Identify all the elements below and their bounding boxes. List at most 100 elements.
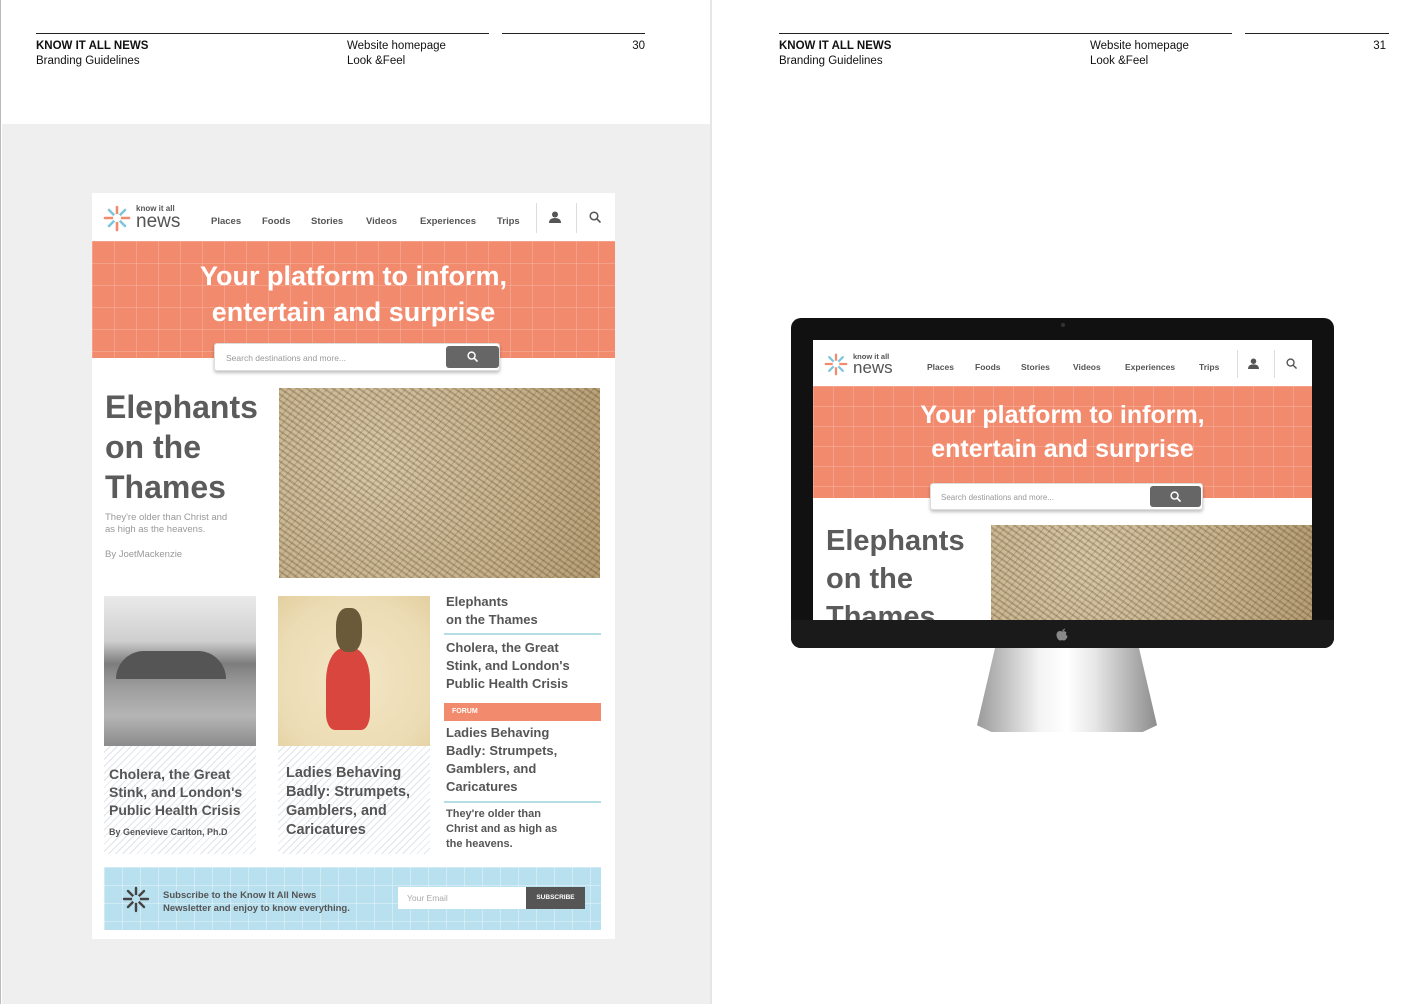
card2-title-line2[interactable]: Badly: Strumpets,: [286, 783, 410, 802]
user-icon[interactable]: [1248, 358, 1259, 369]
nav-experiences[interactable]: Experiences: [420, 216, 476, 227]
burst-icon: [122, 886, 150, 913]
sidebar-item3-line4[interactable]: Caricatures: [446, 778, 518, 796]
header-rule: [36, 33, 489, 34]
search-bar[interactable]: Search destinations and more...: [214, 343, 500, 371]
section-title: Website homepage: [1090, 40, 1189, 52]
feature-engraving-image[interactable]: [279, 388, 600, 578]
site-navbar: know it all news Places Foods Stories Vi…: [813, 340, 1312, 386]
card1-byline: By Genevieve Carlton, Ph.D: [109, 827, 228, 837]
nav-foods[interactable]: Foods: [975, 362, 1001, 372]
search-icon[interactable]: [1286, 358, 1297, 369]
sidebar-divider: [444, 633, 601, 635]
header-rule: [779, 33, 1232, 34]
nav-trips[interactable]: Trips: [497, 216, 520, 227]
nav-divider: [1237, 350, 1238, 378]
brand-name: KNOW IT ALL NEWS: [779, 40, 892, 52]
nav-stories[interactable]: Stories: [1021, 362, 1050, 372]
bridge-shape: [116, 651, 226, 679]
nav-videos[interactable]: Videos: [366, 216, 397, 227]
feature-title-line3[interactable]: Thames: [105, 467, 226, 507]
forum-label[interactable]: FORUM: [444, 703, 601, 721]
card2-title-line3[interactable]: Gamblers, and: [286, 802, 387, 821]
feature-engraving-image[interactable]: [991, 525, 1312, 620]
subsection-title: Look &Feel: [1090, 55, 1149, 67]
sidebar-item2-line1[interactable]: Cholera, the Great: [446, 639, 559, 657]
search-placeholder: Search destinations and more...: [941, 493, 1054, 502]
site-navbar: know it all news Places Foods Stories Vi…: [92, 193, 615, 241]
nav-places[interactable]: Places: [211, 216, 241, 227]
hero-banner: Your platform to inform, entertain and s…: [92, 241, 615, 358]
hero-title-line2: entertain and surprise: [931, 435, 1194, 463]
feature-title-line2[interactable]: on the: [105, 427, 201, 467]
hero-title-line2: entertain and surprise: [211, 297, 496, 327]
desktop-monitor: know it all news Places Foods Stories Vi…: [791, 318, 1334, 648]
camera-dot: [1061, 323, 1065, 327]
newsletter-bar: Subscribe to the Know It All News Newsle…: [104, 867, 601, 930]
feature-title-line2[interactable]: on the: [826, 560, 913, 598]
logo-big-text: news: [853, 358, 893, 378]
sidebar-item3-line2[interactable]: Badly: Strumpets,: [446, 742, 557, 760]
sidebar-item2-line2[interactable]: Stink, and London's: [446, 657, 570, 675]
monitor-chin: [791, 620, 1334, 648]
hero-banner: Your platform to inform, entertain and s…: [813, 386, 1312, 498]
page-number: 30: [632, 40, 645, 52]
sidebar-item1-line1[interactable]: Elephants: [446, 593, 508, 611]
feature-dek-line2: as high as the heavens.: [105, 524, 206, 535]
sidebar-item4-line2[interactable]: Christ and as high as: [446, 822, 557, 837]
nav-divider: [1274, 350, 1275, 378]
feature-title-line1[interactable]: Elephants: [826, 522, 965, 560]
document-spread: KNOW IT ALL NEWS Branding Guidelines Web…: [0, 0, 1421, 1004]
search-icon: [1170, 491, 1181, 502]
sidebar-item3-line3[interactable]: Gamblers, and: [446, 760, 536, 778]
hero-title-line1: Your platform to inform,: [920, 401, 1205, 429]
sidebar-item1-line2[interactable]: on the Thames: [446, 611, 538, 629]
nav-divider: [536, 203, 537, 233]
search-button[interactable]: [446, 346, 499, 368]
subscribe-button[interactable]: SUBSCRIBE: [526, 887, 585, 909]
header-rule: [1245, 33, 1389, 34]
homepage-mockup: know it all news Places Foods Stories Vi…: [92, 193, 615, 939]
search-bar[interactable]: Search destinations and more...: [930, 483, 1203, 510]
newsletter-text-line2: Newsletter and enjoy to know everything.: [163, 903, 350, 914]
subsection-title: Look &Feel: [347, 55, 406, 67]
left-page: KNOW IT ALL NEWS Branding Guidelines Web…: [0, 0, 711, 1004]
sidebar-item4-line1[interactable]: They're older than: [446, 807, 541, 822]
burst-icon: [824, 353, 848, 376]
search-placeholder: Search destinations and more...: [226, 353, 347, 363]
card2-title-line4[interactable]: Caricatures: [286, 821, 366, 840]
nav-videos[interactable]: Videos: [1073, 362, 1101, 372]
nav-experiences[interactable]: Experiences: [1125, 362, 1175, 372]
search-icon: [467, 351, 478, 362]
card2-caricature-image[interactable]: [278, 596, 430, 746]
search-button[interactable]: [1150, 486, 1201, 507]
figure-hat: [336, 608, 362, 652]
doc-subtitle: Branding Guidelines: [779, 55, 883, 67]
card1-photo[interactable]: [104, 596, 256, 746]
card1-title-line2[interactable]: Stink, and London's: [109, 783, 242, 801]
hero-title-line1: Your platform to inform,: [200, 261, 507, 291]
sidebar-item2-line3[interactable]: Public Health Crisis: [446, 675, 568, 693]
feature-title-line3[interactable]: Thames: [826, 598, 936, 620]
feature-title-line1[interactable]: Elephants: [105, 387, 258, 427]
card1-title-line3[interactable]: Public Health Crisis: [109, 801, 240, 819]
sidebar-item3-line1[interactable]: Ladies Behaving: [446, 724, 549, 742]
site-logo[interactable]: know it all news: [823, 352, 893, 376]
card1-title-line1[interactable]: Cholera, the Great: [109, 765, 230, 783]
sidebar-item4-line3[interactable]: the heavens.: [446, 837, 513, 852]
nav-places[interactable]: Places: [927, 362, 954, 372]
figure-dress: [326, 648, 370, 730]
sidebar-divider: [444, 801, 601, 803]
site-logo[interactable]: know it all news: [102, 204, 180, 232]
search-icon[interactable]: [589, 211, 601, 223]
brand-name: KNOW IT ALL NEWS: [36, 40, 149, 52]
user-icon[interactable]: [549, 211, 561, 223]
nav-foods[interactable]: Foods: [262, 216, 291, 227]
card2-title-line1[interactable]: Ladies Behaving: [286, 764, 401, 783]
nav-divider: [576, 203, 577, 233]
nav-trips[interactable]: Trips: [1199, 362, 1219, 372]
section-title: Website homepage: [347, 40, 446, 52]
email-input[interactable]: Your Email: [398, 887, 526, 909]
logo-big-text: news: [136, 211, 181, 233]
nav-stories[interactable]: Stories: [311, 216, 343, 227]
